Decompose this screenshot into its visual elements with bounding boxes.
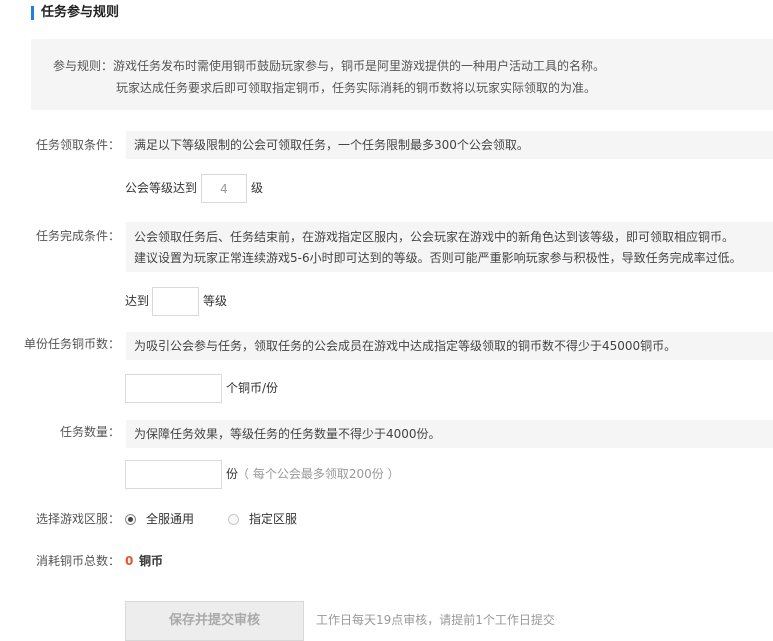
complete-condition-label: 任务完成条件： <box>35 229 120 243</box>
title-accent-bar <box>31 6 34 20</box>
complete-condition-hint-line2: 建议设置为玩家正常连续游戏5-6小时即可达到的等级。否则可能严重影响玩家参与积极… <box>134 251 742 265</box>
reach-level-suffix: 等级 <box>203 294 228 308</box>
rules-panel <box>31 39 773 110</box>
coins-per-task-unit: 个铜币/份 <box>226 381 279 395</box>
coins-per-task-hint-text: 为吸引公会参与任务，领取任务的公会成员在游戏中达成指定等级领取的铜币数不得少于4… <box>134 339 677 353</box>
rules-text-line1: 游戏任务发布时需使用铜币鼓励玩家参与，铜币是阿里游戏提供的一种用户活动工具的名称… <box>113 59 606 73</box>
claim-condition-hint-text: 满足以下等级限制的公会可领取任务，一个任务限制最多300个公会领取。 <box>134 138 529 152</box>
radio-all-servers[interactable]: 全服通用 <box>125 511 205 527</box>
coins-per-task-label: 单份任务铜币数： <box>23 337 120 351</box>
radio-specific-servers[interactable]: 指定区服 <box>228 511 308 527</box>
complete-condition-hint-line1: 公会领取任务后、任务结束前，在游戏指定区服内，公会玩家在游戏中的新角色达到该等级… <box>134 230 735 244</box>
guild-level-input[interactable] <box>201 174 247 203</box>
task-count-note: （ 每个公会最多领取200份 ） <box>237 467 400 481</box>
total-coins-value: 0 <box>125 554 134 568</box>
task-count-hint: 为保障任务效果，等级任务的任务数量不得少于4000份。 <box>126 420 773 448</box>
rules-text-line2: 玩家达成任务要求后即可领取指定铜币，任务实际消耗的铜币数将以玩家实际领取的为准。 <box>116 81 597 95</box>
task-count-input[interactable] <box>125 460 222 489</box>
total-coins-unit: 铜币 <box>139 554 164 568</box>
claim-condition-hint: 满足以下等级限制的公会可领取任务，一个任务限制最多300个公会领取。 <box>126 131 773 159</box>
complete-condition-hint: 公会领取任务后、任务结束前，在游戏指定区服内，公会玩家在游戏中的新角色达到该等级… <box>126 222 773 272</box>
radio-specific-servers-circle[interactable] <box>228 514 239 525</box>
review-time-note: 工作日每天19点审核，请提前1个工作日提交 <box>316 613 555 627</box>
guild-level-suffix: 级 <box>251 181 264 195</box>
coins-per-task-input[interactable] <box>125 374 222 403</box>
radio-all-servers-label: 全服通用 <box>146 512 195 526</box>
total-coins-label: 消耗铜币总数： <box>35 554 120 568</box>
save-submit-button[interactable]: 保存并提交审核 <box>125 601 304 641</box>
coins-per-task-hint: 为吸引公会参与任务，领取任务的公会成员在游戏中达成指定等级领取的铜币数不得少于4… <box>126 332 773 360</box>
task-count-hint-text: 为保障任务效果，等级任务的任务数量不得少于4000份。 <box>134 427 441 441</box>
rules-label: 参与规则： <box>53 59 114 73</box>
reach-level-input[interactable] <box>152 287 199 316</box>
server-select-label: 选择游戏区服： <box>35 512 120 526</box>
radio-all-servers-circle[interactable] <box>125 514 136 525</box>
claim-condition-label: 任务领取条件： <box>35 138 120 152</box>
radio-specific-servers-label: 指定区服 <box>249 512 298 526</box>
reach-level-prefix: 达到 <box>125 294 150 308</box>
task-count-label: 任务数量： <box>59 425 120 439</box>
page-title: 任务参与规则 <box>41 5 120 20</box>
guild-level-prefix: 公会等级达到 <box>125 181 198 195</box>
